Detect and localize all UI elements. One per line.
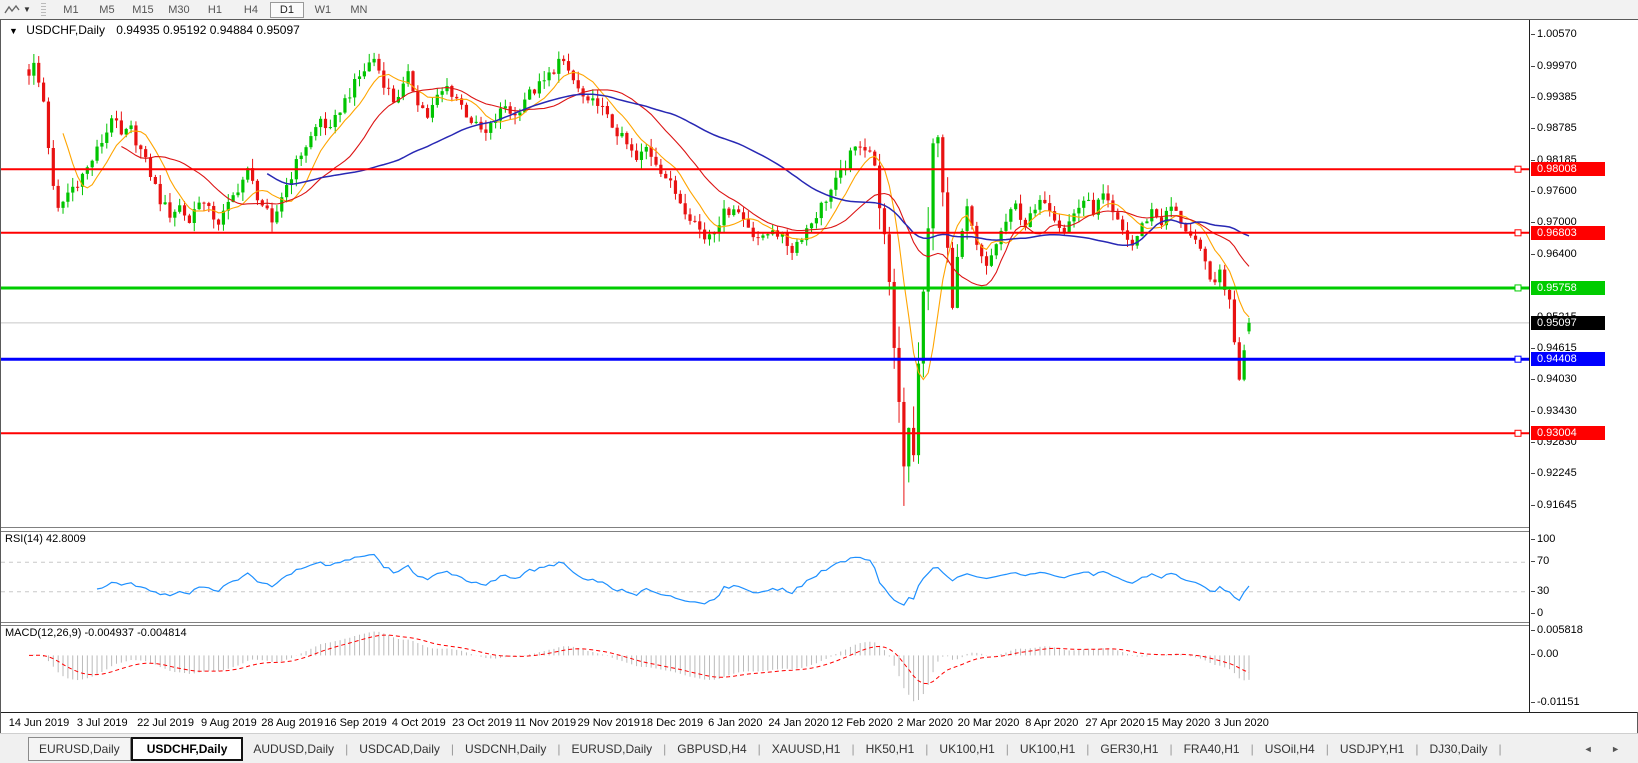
rsi-indicator-pane[interactable] — [1, 531, 1529, 623]
chart-tab-usoil-h4[interactable]: USOil,H4 — [1255, 738, 1325, 760]
chart-ohlc-values: 0.94935 0.95192 0.94884 0.95097 — [116, 23, 300, 37]
timeframe-button-m15[interactable]: M15 — [126, 2, 160, 18]
timeframe-button-h1[interactable]: H1 — [198, 2, 232, 18]
rsi-tick-label: 0 — [1530, 607, 1544, 619]
timeframe-button-m30[interactable]: M30 — [162, 2, 196, 18]
hline-price-tag: 0.96803 — [1531, 225, 1605, 240]
chart-tab-usdcnh-daily[interactable]: USDCNH,Daily — [455, 738, 556, 760]
macd-signal-line — [28, 634, 1250, 685]
macd-tick-label: -0.01151 — [1531, 696, 1580, 709]
hline-price-tag: 0.98008 — [1531, 162, 1605, 177]
price-tick-label: 0.98785 — [1531, 122, 1577, 135]
price-tick-label: 0.91645 — [1531, 499, 1577, 511]
hline-anchor-handle[interactable] — [1514, 355, 1522, 363]
hline-anchor-handle[interactable] — [1514, 284, 1522, 292]
chart-symbol-label: USDCHF,Daily — [26, 23, 105, 37]
timeframe-button-m1[interactable]: M1 — [54, 2, 88, 18]
rsi-indicator-label: RSI(14) 42.8009 — [5, 533, 86, 545]
chart-tab-gbpusd-h4[interactable]: GBPUSD,H4 — [667, 738, 756, 760]
hline-price-tag: 0.94408 — [1531, 352, 1605, 367]
toolbar-drag-handle[interactable] — [40, 3, 46, 16]
hline-price-tag: 0.93004 — [1531, 426, 1605, 441]
candlestick-chart[interactable] — [1, 20, 1529, 527]
price-tick-label: 0.97600 — [1531, 184, 1577, 197]
price-tick-label: 0.99385 — [1531, 90, 1577, 103]
price-chart-pane[interactable] — [1, 20, 1529, 528]
chart-tab-ger30-h1[interactable]: GER30,H1 — [1090, 738, 1168, 760]
chart-tab-uk100-h1[interactable]: UK100,H1 — [1010, 738, 1085, 760]
ma-fast-line — [62, 71, 1250, 381]
tab-separator: | — [1498, 741, 1502, 756]
hline-price-tag: 0.95758 — [1531, 280, 1605, 295]
hline-anchor-handle[interactable] — [1514, 429, 1522, 437]
chart-tab-hk50-h1[interactable]: HK50,H1 — [856, 738, 925, 760]
timeframe-button-mn[interactable]: MN — [342, 2, 376, 18]
macd-chart[interactable] — [1, 626, 1529, 713]
macd-indicator-pane[interactable] — [1, 625, 1529, 713]
rsi-chart[interactable] — [1, 532, 1529, 622]
time-axis[interactable]: 14 Jun 2019 3 Jul 2019 22 Jul 2019 9 Aug 20… — [1, 712, 1637, 734]
timeframe-buttons: M1 M5 M15 M30 H1 H4 D1 W1 MN — [53, 1, 377, 18]
tab-scroll-arrows[interactable]: ◄ ► — [1584, 744, 1628, 754]
chart-tabs: EURUSD,Daily USDCHF,Daily AUDUSD,Daily | USD… — [0, 736, 1503, 761]
chart-tab-audusd-daily[interactable]: AUDUSD,Daily — [243, 738, 344, 760]
chart-tab-usdcad-daily[interactable]: USDCAD,Daily — [349, 738, 450, 760]
chart-line-tool-icon[interactable]: ▼ — [4, 4, 31, 16]
current-price-tag: 0.95097 — [1531, 315, 1605, 330]
timeframe-button-w1[interactable]: W1 — [306, 2, 340, 18]
chart-tab-usdchf-daily[interactable]: USDCHF,Daily — [130, 736, 244, 761]
macd-tick-label: 0.00 — [1530, 648, 1559, 661]
price-tick-label: 0.94030 — [1531, 373, 1577, 386]
rsi-tick-label: 30 — [1530, 584, 1550, 597]
price-axis[interactable]: 1.00570 0.99970 0.99385 0.98785 0.98185 0.976… — [1529, 20, 1638, 712]
price-tick-label: 1.00570 — [1531, 28, 1577, 40]
hline-anchor-handle[interactable] — [1514, 229, 1522, 237]
timeframe-button-m5[interactable]: M5 — [90, 2, 124, 18]
chevron-down-icon: ▼ — [23, 5, 31, 14]
price-tick-label: 0.99970 — [1531, 59, 1577, 72]
ma-medium-line — [121, 86, 1250, 287]
timeframe-button-d1[interactable]: D1 — [269, 1, 304, 18]
chart-window: ▼ USDCHF,Daily 0.94935 0.95192 0.94884 0… — [0, 19, 1638, 734]
chart-tab-fra40-h1[interactable]: FRA40,H1 — [1174, 738, 1250, 760]
rsi-tick-label: 70 — [1530, 555, 1550, 568]
hline-anchor-handle[interactable] — [1514, 165, 1522, 173]
price-tick-label: 0.96400 — [1531, 248, 1577, 261]
collapse-chart-arrow-icon[interactable]: ▼ — [9, 26, 18, 36]
chart-tab-eurusd-daily[interactable]: EURUSD,Daily — [28, 736, 131, 761]
chart-tab-eurusd-daily[interactable]: EURUSD,Daily — [561, 738, 662, 760]
chart-tab-xauusd-h1[interactable]: XAUUSD,H1 — [762, 738, 851, 760]
chart-tab-bar: EURUSD,Daily USDCHF,Daily AUDUSD,Daily | USD… — [0, 733, 1638, 763]
macd-tick-label: 0.005818 — [1531, 624, 1583, 637]
top-toolbar: ▼ M1 M5 M15 M30 H1 H4 D1 W1 MN — [0, 0, 1638, 19]
price-tick-label: 0.93430 — [1531, 404, 1577, 417]
timeframe-button-h4[interactable]: H4 — [234, 2, 268, 18]
price-tick-label: 0.92245 — [1531, 467, 1577, 480]
chart-title: ▼ USDCHF,Daily 0.94935 0.95192 0.94884 0… — [7, 23, 300, 37]
chart-tab-dj30-daily[interactable]: DJ30,Daily — [1419, 738, 1497, 760]
chart-tab-uk100-h1[interactable]: UK100,H1 — [929, 738, 1004, 760]
candlestick-series — [27, 51, 1251, 506]
macd-histogram — [33, 631, 1250, 702]
chart-tab-usdjpy-h1[interactable]: USDJPY,H1 — [1330, 738, 1414, 760]
date-label: 3 Jun 2020 — [1214, 717, 1269, 729]
rsi-tick-label: 100 — [1530, 533, 1556, 545]
macd-indicator-label: MACD(12,26,9) -0.004937 -0.004814 — [5, 627, 187, 639]
